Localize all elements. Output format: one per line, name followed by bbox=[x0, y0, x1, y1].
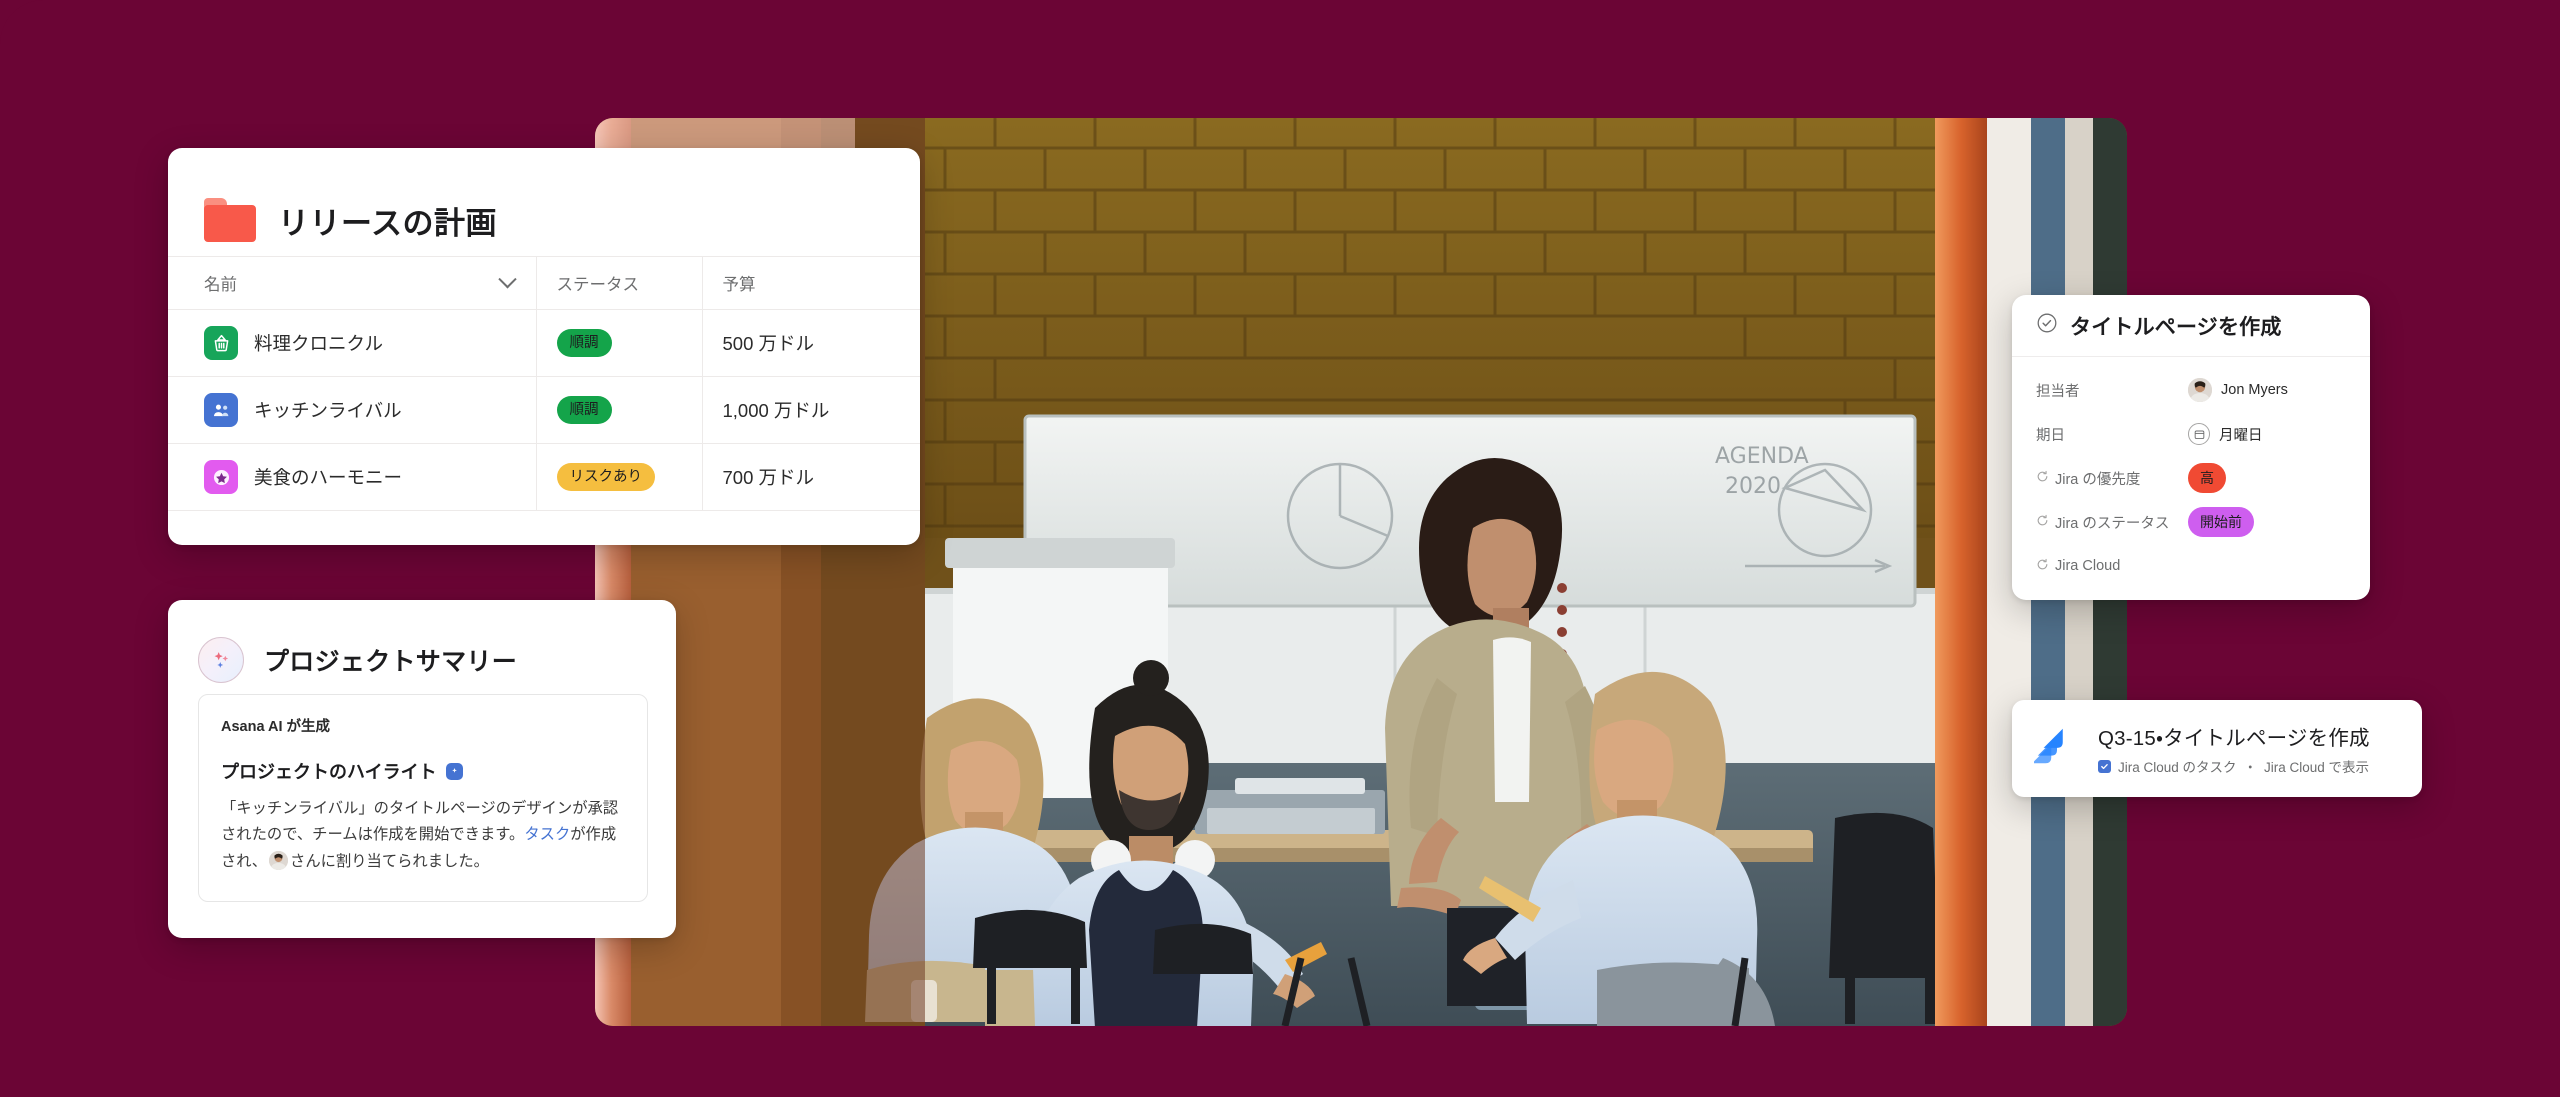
project-name-label: キッチンライバル bbox=[254, 400, 402, 421]
check-circle-icon[interactable] bbox=[2036, 312, 2058, 339]
table-header-row: 名前 ステータス 予算 bbox=[168, 256, 920, 310]
highlight-heading-label: プロジェクトのハイライト bbox=[221, 762, 437, 782]
project-name-label: 料理クロニクル bbox=[254, 333, 383, 354]
task-field-jira-status: Jira のステータス 開始前 bbox=[2036, 505, 2348, 539]
project-summary-title: プロジェクトサマリー bbox=[264, 648, 518, 676]
task-field-label: Jira のステータス bbox=[2036, 512, 2188, 533]
chevron-down-icon[interactable] bbox=[497, 269, 517, 288]
due-date-value: 月曜日 bbox=[2219, 427, 2263, 444]
cell-status: リスクあり bbox=[535, 443, 702, 511]
status-badge: リスクあり bbox=[556, 462, 655, 492]
task-field-label: Jira の優先度 bbox=[2036, 468, 2188, 489]
project-name-label: 美食のハーモニー bbox=[254, 467, 403, 488]
page-title: リリースの計画 bbox=[278, 205, 497, 241]
column-header-budget[interactable]: 予算 bbox=[701, 256, 920, 310]
basket-icon bbox=[204, 326, 238, 360]
cell-name: 美食のハーモニー bbox=[168, 443, 536, 511]
jira-toast-separator: ・ bbox=[2243, 760, 2258, 775]
sync-icon bbox=[2036, 558, 2049, 575]
cell-budget: 500 万ドル bbox=[701, 309, 920, 377]
project-summary-header: プロジェクトサマリー bbox=[168, 600, 676, 692]
task-field-jira-cloud: Jira Cloud bbox=[2036, 549, 2348, 583]
status-badge: 順調 bbox=[556, 395, 612, 425]
jira-priority-badge: 高 bbox=[2188, 463, 2226, 493]
task-field-label-text: Jira Cloud bbox=[2055, 558, 2121, 574]
task-field-label: 期日 bbox=[2036, 427, 2065, 444]
task-field-label-text: Jira の優先度 bbox=[2055, 471, 2141, 488]
jira-task-toast[interactable]: Q3-15・タイトルページを作成 Jira Cloud のタスク ・ Jira … bbox=[2012, 700, 2422, 797]
highlight-body-part3: さんに割り当てられました。 bbox=[290, 852, 489, 870]
svg-text:AGENDA: AGENDA bbox=[1715, 444, 1809, 469]
cell-status: 順調 bbox=[535, 376, 702, 444]
task-field-due-date: 期日 月曜日 bbox=[2036, 417, 2348, 451]
avatar bbox=[269, 850, 289, 870]
sync-icon bbox=[2036, 514, 2049, 531]
star-icon bbox=[204, 460, 238, 494]
cell-budget: 700 万ドル bbox=[701, 443, 920, 511]
jira-status-badge: 開始前 bbox=[2188, 507, 2254, 537]
column-header-status[interactable]: ステータス bbox=[535, 256, 702, 310]
sparkle-badge-icon bbox=[445, 762, 463, 780]
people-icon bbox=[204, 393, 238, 427]
task-field-assignee: 担当者 Jon Myers bbox=[2036, 373, 2348, 407]
table-row[interactable]: 美食のハーモニー リスクあり 700 万ドル bbox=[168, 443, 920, 511]
release-plan-header: リリースの計画 bbox=[168, 148, 920, 256]
task-field-value[interactable]: Jon Myers bbox=[2188, 378, 2288, 402]
cell-budget: 1,000 万ドル bbox=[701, 376, 920, 444]
column-header-name[interactable]: 名前 bbox=[168, 256, 536, 310]
jira-toast-subtitle-a: Jira Cloud のタスク bbox=[2118, 760, 2237, 775]
task-field-label-text: Jira のステータス bbox=[2055, 515, 2170, 532]
task-field-value[interactable]: 高 bbox=[2188, 463, 2226, 493]
avatar bbox=[2188, 378, 2212, 402]
svg-text:2020: 2020 bbox=[1725, 474, 1781, 499]
table-row[interactable]: 料理クロニクル 順調 500 万ドル bbox=[168, 309, 920, 377]
ai-sparkle-icon bbox=[198, 637, 244, 683]
highlight-body: 「キッチンライバル」のタイトルページのデザインが承認されたので、チームは作成を開… bbox=[221, 796, 625, 875]
cell-name: キッチンライバル bbox=[168, 376, 536, 444]
jira-toast-subtitle: Jira Cloud のタスク ・ Jira Cloud で表示 bbox=[2098, 756, 2370, 776]
jira-toast-text: Q3-15・タイトルページを作成 Jira Cloud のタスク ・ Jira … bbox=[2098, 721, 2370, 776]
task-detail-card: タイトルページを作成 担当者 Jon Myers 期日 月曜日 Jira の優先… bbox=[2012, 295, 2370, 600]
task-field-jira-priority: Jira の優先度 高 bbox=[2036, 461, 2348, 495]
task-field-label: Jira Cloud bbox=[2036, 558, 2188, 575]
release-plan-card: リリースの計画 名前 ステータス 予算 料理クロニクル 順調 500 万ドル キ… bbox=[168, 148, 920, 545]
page-root: AGENDA 2020 リリースの計画 名前 ステータス 予算 料理クロニクル … bbox=[0, 0, 2560, 1097]
table-row[interactable]: キッチンライバル 順調 1,000 万ドル bbox=[168, 376, 920, 444]
table-head: 名前 ステータス 予算 bbox=[168, 256, 920, 310]
cell-status: 順調 bbox=[535, 309, 702, 377]
jira-toast-subtitle-b[interactable]: Jira Cloud で表示 bbox=[2264, 756, 2369, 776]
jira-toast-title: Q3-15・タイトルページを作成 bbox=[2098, 727, 2370, 750]
table-body: 料理クロニクル 順調 500 万ドル キッチンライバル 順調 1,000 万ドル… bbox=[168, 309, 920, 511]
generated-by-label: Asana AI が生成 bbox=[221, 719, 331, 735]
column-header-name-label: 名前 bbox=[204, 276, 237, 294]
task-field-value[interactable]: 開始前 bbox=[2188, 507, 2254, 537]
sync-icon bbox=[2036, 470, 2049, 487]
highlight-heading: プロジェクトのハイライト bbox=[221, 758, 625, 784]
project-summary-card: プロジェクトサマリー Asana AI が生成 プロジェクトのハイライト 「キッ… bbox=[168, 600, 676, 938]
projects-table: 名前 ステータス 予算 料理クロニクル 順調 500 万ドル キッチンライバル … bbox=[168, 256, 920, 511]
cell-name: 料理クロニクル bbox=[168, 309, 536, 377]
jira-logo-icon bbox=[2032, 723, 2080, 774]
task-detail-header: タイトルページを作成 bbox=[2012, 295, 2370, 357]
task-fields: 担当者 Jon Myers 期日 月曜日 Jira の優先度 高 Jira のス… bbox=[2012, 357, 2370, 583]
task-field-value[interactable]: 月曜日 bbox=[2188, 423, 2263, 445]
task-link[interactable]: タスク bbox=[524, 826, 570, 843]
status-badge: 順調 bbox=[556, 328, 612, 358]
folder-icon bbox=[204, 198, 256, 242]
task-title: タイトルページを作成 bbox=[2070, 315, 2282, 339]
task-field-label: 担当者 bbox=[2036, 383, 2080, 400]
summary-panel: Asana AI が生成 プロジェクトのハイライト 「キッチンライバル」のタイト… bbox=[198, 694, 648, 902]
checkbox-checked-icon[interactable] bbox=[2098, 759, 2111, 773]
calendar-icon bbox=[2188, 423, 2210, 445]
assignee-name: Jon Myers bbox=[2221, 382, 2288, 398]
